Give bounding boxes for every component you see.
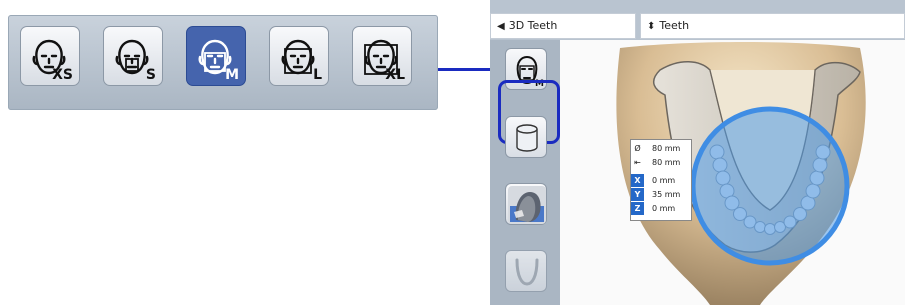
fov-size-m-button[interactable]: M (186, 26, 246, 86)
callout-connector (438, 68, 496, 71)
cylinder-button[interactable] (505, 116, 547, 158)
tool-sidebar: M (490, 40, 560, 305)
fov-info-panel: Ø 80 mm ⇤ 80 mm X 0 mm Y 35 mm Z 0 mm (630, 139, 692, 221)
fov-size-l-button[interactable]: L (269, 26, 329, 86)
z-value: 0 mm (652, 204, 676, 213)
fov-size-l-label: L (313, 67, 322, 83)
fov-circle[interactable] (690, 106, 850, 266)
fov-size-selector-zoom: XS S M L XL (8, 15, 438, 110)
patient-head-button[interactable] (505, 183, 547, 225)
height-icon: ⇤ (634, 158, 641, 167)
x-value: 0 mm (652, 176, 676, 185)
fov-size-xl-button[interactable]: XL (352, 26, 412, 86)
y-value: 35 mm (652, 190, 681, 199)
fov-size-xs-button[interactable]: XS (20, 26, 80, 86)
diameter-row: Ø 80 mm (631, 142, 691, 155)
triangle-left-icon: ◀ (497, 21, 505, 32)
z-key: Z (631, 202, 644, 215)
x-row: X 0 mm (631, 174, 691, 187)
head-l-icon (281, 39, 315, 75)
fov-size-s-button[interactable]: S (103, 26, 163, 86)
fov-size-xs-label: XS (52, 67, 73, 83)
height-value: 80 mm (652, 158, 681, 167)
jaw-arch-icon (515, 258, 539, 286)
jaw-render (616, 42, 866, 305)
height-row: ⇤ 80 mm (631, 156, 691, 169)
jaw-arch-button[interactable] (505, 250, 547, 292)
cylinder-icon (516, 124, 538, 152)
fov-size-m-label: M (225, 67, 239, 83)
region-select[interactable]: ⬍ Teeth (640, 13, 905, 39)
y-key: Y (631, 188, 644, 201)
fov-size-s-label: S (145, 67, 156, 83)
diameter-value: 80 mm (652, 144, 681, 153)
updown-arrows-icon: ⬍ (647, 21, 656, 32)
back-button-label: 3D Teeth (508, 19, 558, 32)
x-key: X (631, 174, 644, 187)
3d-jaw-viewport[interactable] (560, 40, 905, 305)
region-select-label: Teeth (659, 19, 690, 32)
y-row: Y 35 mm (631, 188, 691, 201)
diameter-icon: Ø (634, 144, 641, 153)
application-window: ◀ 3D Teeth ⬍ Teeth M Ø 80 mm ⇤ 80 mm X 0… (490, 0, 905, 305)
fov-size-xl-label: XL (385, 67, 405, 83)
z-row: Z 0 mm (631, 202, 691, 215)
back-button[interactable]: ◀ 3D Teeth (490, 13, 636, 39)
top-toolbar: ◀ 3D Teeth ⬍ Teeth (490, 0, 905, 40)
patient-head-icon (508, 186, 546, 224)
